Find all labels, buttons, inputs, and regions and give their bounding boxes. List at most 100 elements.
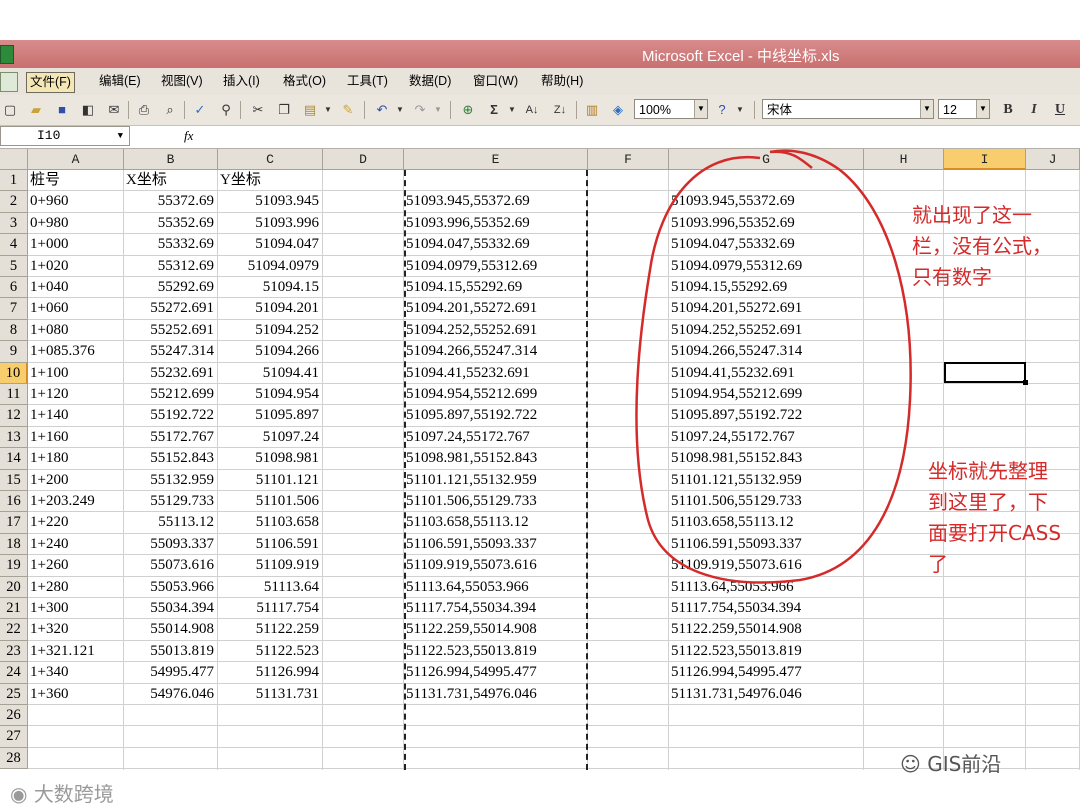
cell-c6[interactable]: 51094.15 [218, 277, 319, 298]
cell-c7[interactable]: 51094.201 [218, 298, 319, 319]
cell-a8[interactable]: 1+080 [30, 320, 124, 341]
cell-a24[interactable]: 1+340 [30, 662, 124, 683]
cell-a6[interactable]: 1+040 [30, 277, 124, 298]
row-header[interactable]: 2 [0, 191, 28, 213]
column-header-h[interactable]: H [864, 149, 944, 170]
cell-g16[interactable]: 51101.506,55129.733 [671, 491, 864, 512]
cell-c10[interactable]: 51094.41 [218, 363, 319, 384]
autosum-dropdown-icon[interactable]: ▼ [504, 102, 520, 118]
cell-g13[interactable]: 51097.24,55172.767 [671, 427, 864, 448]
cell-a23[interactable]: 1+321.121 [30, 641, 124, 662]
copy-icon[interactable]: ❐ [276, 102, 292, 118]
menu-item[interactable]: 工具(T) [344, 72, 391, 91]
cell-g4[interactable]: 51094.047,55332.69 [671, 234, 864, 255]
cell-b10[interactable]: 55232.691 [124, 363, 214, 384]
insert-function-icon[interactable]: fx [184, 128, 193, 144]
sort-ascending-icon[interactable]: A↓ [524, 102, 540, 118]
row-header[interactable]: 10 [0, 362, 28, 384]
column-header-c[interactable]: C [218, 149, 323, 170]
cell-b11[interactable]: 55212.699 [124, 384, 214, 405]
cell-c23[interactable]: 51122.523 [218, 641, 319, 662]
cell-a16[interactable]: 1+203.249 [30, 491, 124, 512]
cell-b13[interactable]: 55172.767 [124, 427, 214, 448]
cell-g14[interactable]: 51098.981,55152.843 [671, 448, 864, 469]
row-header[interactable]: 20 [0, 576, 28, 598]
cell-b3[interactable]: 55352.69 [124, 213, 214, 234]
cell-c14[interactable]: 51098.981 [218, 448, 319, 469]
cell-g10[interactable]: 51094.41,55232.691 [671, 363, 864, 384]
menu-item[interactable]: 编辑(E) [96, 72, 144, 91]
cell-b21[interactable]: 55034.394 [124, 598, 214, 619]
fill-handle[interactable] [1023, 380, 1028, 385]
row-header[interactable]: 18 [0, 533, 28, 556]
help-icon[interactable]: ? [714, 102, 730, 118]
print-preview-icon[interactable]: ⌕ [162, 102, 178, 118]
cell-b16[interactable]: 55129.733 [124, 491, 214, 512]
cell-c25[interactable]: 51131.731 [218, 684, 319, 705]
help-dropdown-icon[interactable]: ▼ [732, 102, 748, 118]
row-header[interactable]: 23 [0, 640, 28, 663]
hyperlink-icon[interactable]: ⊕ [460, 102, 476, 118]
column-header-f[interactable]: F [588, 149, 669, 170]
cell-b9[interactable]: 55247.314 [124, 341, 214, 362]
row-header[interactable]: 26 [0, 705, 28, 727]
row-header[interactable]: 25 [0, 683, 28, 705]
menu-item[interactable]: 格式(O) [280, 72, 329, 91]
column-header-j[interactable]: J [1026, 149, 1080, 170]
cell-g6[interactable]: 51094.15,55292.69 [671, 277, 864, 298]
cell-a5[interactable]: 1+020 [30, 256, 124, 277]
cell-c16[interactable]: 51101.506 [218, 491, 319, 512]
select-all-corner[interactable] [0, 149, 28, 170]
column-header-d[interactable]: D [323, 149, 404, 170]
cell-b12[interactable]: 55192.722 [124, 405, 214, 426]
cell-c17[interactable]: 51103.658 [218, 512, 319, 533]
cell-b8[interactable]: 55252.691 [124, 320, 214, 341]
cell-a4[interactable]: 1+000 [30, 234, 124, 255]
row-header[interactable]: 8 [0, 319, 28, 342]
cell-c2[interactable]: 51093.945 [218, 191, 319, 212]
cell-b5[interactable]: 55312.69 [124, 256, 214, 277]
cell-b7[interactable]: 55272.691 [124, 298, 214, 319]
cell-g19[interactable]: 51109.919,55073.616 [671, 555, 864, 576]
cell-g8[interactable]: 51094.252,55252.691 [671, 320, 864, 341]
cell-g5[interactable]: 51094.0979,55312.69 [671, 256, 864, 277]
font-name-select[interactable]: 宋体 ▼ [762, 99, 934, 119]
format-painter-icon[interactable]: ✎ [340, 102, 356, 118]
cell-g17[interactable]: 51103.658,55113.12 [671, 512, 864, 533]
cell-a15[interactable]: 1+200 [30, 470, 124, 491]
undo-dropdown-icon[interactable]: ▼ [392, 102, 408, 118]
menu-item[interactable]: 插入(I) [220, 72, 263, 91]
cell-b22[interactable]: 55014.908 [124, 619, 214, 640]
cell-g25[interactable]: 51131.731,54976.046 [671, 684, 864, 705]
cell-c1[interactable]: Y坐标 [220, 170, 323, 191]
row-header[interactable]: 12 [0, 405, 28, 427]
cell-a13[interactable]: 1+160 [30, 427, 124, 448]
cell-c22[interactable]: 51122.259 [218, 619, 319, 640]
cell-a3[interactable]: 0+980 [30, 213, 124, 234]
cell-g15[interactable]: 51101.121,55132.959 [671, 470, 864, 491]
cell-g23[interactable]: 51122.523,55013.819 [671, 641, 864, 662]
cell-c9[interactable]: 51094.266 [218, 341, 319, 362]
row-header[interactable]: 4 [0, 234, 28, 256]
drawing-icon[interactable]: ◈ [610, 102, 626, 118]
cell-b6[interactable]: 55292.69 [124, 277, 214, 298]
row-header[interactable]: 11 [0, 384, 28, 406]
row-header[interactable]: 17 [0, 512, 28, 534]
cell-c20[interactable]: 51113.64 [218, 577, 319, 598]
print-icon[interactable]: ⎙ [136, 102, 152, 118]
cell-b20[interactable]: 55053.966 [124, 577, 214, 598]
open-folder-icon[interactable]: ▰ [28, 102, 44, 118]
new-document-icon[interactable]: ▢ [2, 102, 18, 118]
cell-a20[interactable]: 1+280 [30, 577, 124, 598]
row-header[interactable]: 6 [0, 277, 28, 299]
paste-dropdown-icon[interactable]: ▼ [320, 102, 336, 118]
font-size-select[interactable]: 12 ▼ [938, 99, 990, 119]
research-icon[interactable]: ⚲ [218, 102, 234, 118]
cell-c3[interactable]: 51093.996 [218, 213, 319, 234]
cell-c15[interactable]: 51101.121 [218, 470, 319, 491]
font-dropdown-icon[interactable]: ▼ [920, 100, 933, 118]
row-header[interactable]: 21 [0, 598, 28, 620]
cut-icon[interactable]: ✂ [250, 102, 266, 118]
row-header[interactable]: 7 [0, 298, 28, 320]
spelling-icon[interactable]: ✓ [192, 102, 208, 118]
